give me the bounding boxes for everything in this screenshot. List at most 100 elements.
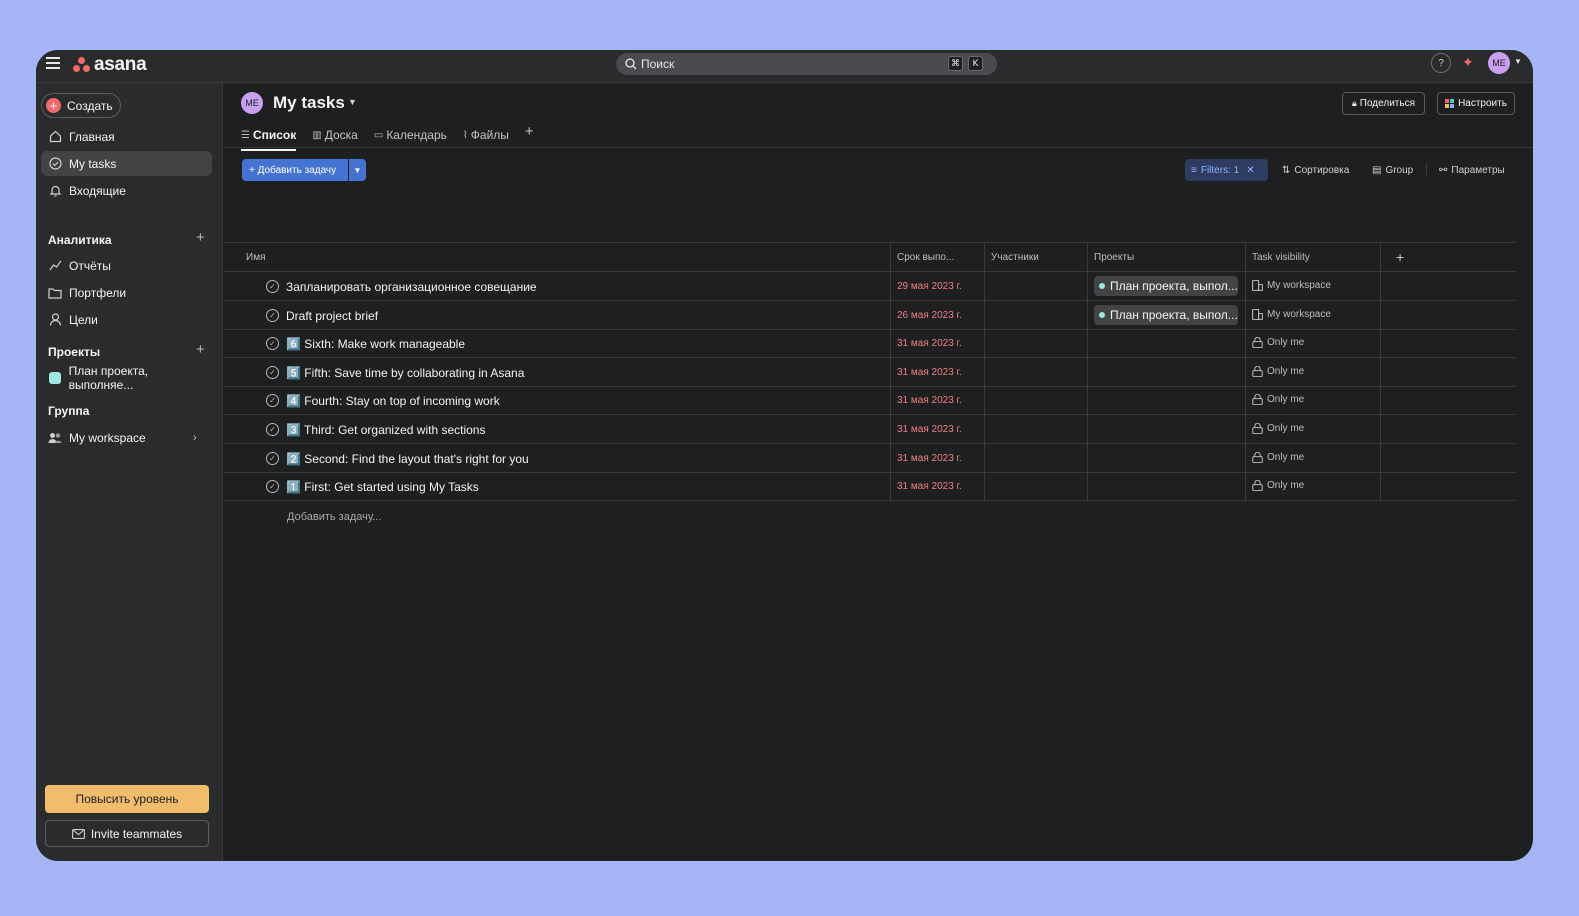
customize-button[interactable]: Настроить [1437,92,1515,115]
sidebar-item-reports[interactable]: Отчёты [41,253,212,278]
chevron-down-icon[interactable]: ▼ [1514,57,1522,66]
tab-files[interactable]: ⌇ Файлы [463,125,509,145]
column-header-visibility[interactable]: Task visibility [1246,243,1310,271]
table-row[interactable]: ✓ 4️⃣ Fourth: Stay on top of incoming wor… [224,386,1515,416]
task-due-date[interactable]: 31 мая 2023 г. [897,481,962,492]
tab-list[interactable]: ☰ Список [241,125,297,151]
search-input[interactable]: Поиск ⌘ K [616,53,997,75]
table-row[interactable]: ✓ Draft project brief 26 мая 2023 г. План п… [224,301,1515,330]
ai-sparkle-icon[interactable]: ✦ [1462,54,1474,71]
task-name[interactable]: 2️⃣ Second: Find the layout that's right… [286,452,529,466]
table-row[interactable]: ✓ Запланировать организационное совещание… [224,272,1515,301]
filters-button[interactable]: ≡ Filters: 1 ✕ [1185,159,1268,181]
create-button[interactable]: + Создать [41,93,121,118]
building-icon [1252,308,1263,320]
lock-icon [1252,423,1263,434]
sidebar-item-home[interactable]: Главная [41,124,212,149]
task-name[interactable]: 6️⃣ Sixth: Make work manageable [286,337,465,351]
column-header-assignees[interactable]: Участники [985,243,1039,271]
table-row[interactable]: ✓ 2️⃣ Second: Find the layout that's righ… [224,444,1515,473]
menu-icon[interactable] [46,57,60,69]
column-header-due[interactable]: Срок выпо... [891,243,954,271]
user-avatar[interactable]: ME [1488,52,1510,74]
complete-task-icon[interactable]: ✓ [266,480,279,494]
task-project-tag[interactable]: План проекта, выпол... [1094,304,1238,325]
options-button[interactable]: ⚯ Параметры [1439,159,1505,181]
task-due-date[interactable]: 29 мая 2023 г. [897,281,962,292]
people-icon [48,432,62,444]
add-task-inline[interactable]: Добавить задачу... [287,511,381,523]
sidebar-item-portfolios[interactable]: Портфели [41,280,212,305]
sidebar-item-label: Портфели [69,285,127,300]
lock-icon: 🔒︎ [1351,98,1357,108]
add-analytics-icon[interactable]: + [196,229,205,246]
task-name[interactable]: 1️⃣ First: Get started using My Tasks [286,480,479,494]
visibility-label: My workspace [1267,308,1331,320]
task-project-tag[interactable]: План проекта, выпол... [1094,276,1238,296]
complete-task-icon[interactable]: ✓ [266,280,279,293]
chevron-right-icon[interactable]: › [193,432,197,444]
sidebar-item-goals[interactable]: Цели [41,307,212,332]
complete-task-icon[interactable]: ✓ [266,451,279,465]
add-task-button[interactable]: + Добавить задачу [242,159,348,181]
table-row[interactable]: ✓ 5️⃣ Fifth: Save time by collaborating i… [224,358,1515,387]
column-header-projects[interactable]: Проекты [1088,243,1134,271]
visibility-label: Only me [1267,480,1305,492]
bell-icon [48,184,62,197]
share-button[interactable]: 🔒︎ Поделиться [1342,92,1425,115]
complete-task-icon[interactable]: ✓ [266,365,279,379]
sort-label: Сортировка [1294,164,1350,176]
asana-logo[interactable]: asana [73,54,147,76]
chart-line-icon [48,259,62,272]
table-row[interactable]: ✓ 1️⃣ First: Get started using My Tasks 31… [224,472,1515,502]
sort-button[interactable]: ⇅ Сортировка [1282,159,1349,181]
paperclip-icon: ⌇ [462,129,468,141]
task-due-date[interactable]: 31 мая 2023 г. [897,338,962,349]
group-label: Group [1385,164,1414,176]
tab-board[interactable]: ▥ Доска [312,125,358,145]
column-header-name[interactable]: Имя [240,243,265,271]
building-icon [1252,280,1263,291]
project-tag-label: План проекта, выпол... [1110,307,1238,322]
add-tab-icon[interactable]: + [525,123,534,147]
sidebar-item-my-tasks[interactable]: My tasks [41,151,212,176]
task-due-date[interactable]: 31 мая 2023 г. [897,367,962,378]
complete-task-icon[interactable]: ✓ [266,308,279,322]
close-icon[interactable]: ✕ [1246,165,1254,176]
folder-icon [48,287,62,299]
task-name[interactable]: Draft project brief [286,309,378,323]
shortcut-k-key: K [968,56,983,71]
search-icon [625,58,637,70]
logo-text: asana [94,54,147,75]
complete-task-icon[interactable]: ✓ [266,423,279,436]
task-due-date[interactable]: 31 мая 2023 г. [897,424,962,435]
create-label: Создать [67,98,113,113]
invite-teammates-button[interactable]: Invite teammates [45,820,209,847]
lock-icon [1252,365,1263,377]
sidebar-item-inbox[interactable]: Входящие [41,178,212,203]
table-row[interactable]: ✓ 6️⃣ Sixth: Make work manageable 31 мая 2… [224,329,1515,359]
task-name[interactable]: Запланировать организационное совещание [286,280,537,294]
chevron-down-icon[interactable]: ▼ [348,97,357,107]
sidebar-item-workspace[interactable]: My workspace › [41,425,212,450]
add-project-icon[interactable]: + [196,341,205,358]
task-due-date[interactable]: 31 мая 2023 г. [897,453,962,464]
upgrade-button[interactable]: Повысить уровень [45,785,209,813]
page-avatar: ME [241,92,263,114]
task-due-date[interactable]: 26 мая 2023 г. [897,310,962,321]
task-name[interactable]: 3️⃣ Third: Get organized with sections [286,423,485,437]
group-button[interactable]: ▤ Group [1372,159,1413,181]
page-title[interactable]: My tasks [273,93,345,113]
task-due-date[interactable]: 31 мая 2023 г. [897,395,962,406]
help-button[interactable]: ? [1431,53,1451,73]
add-task-dropdown-icon[interactable]: ▼ [349,159,366,181]
sidebar-item-label: Входящие [69,183,126,198]
task-name[interactable]: 5️⃣ Fifth: Save time by collaborating in… [286,366,524,380]
tab-calendar[interactable]: ▭ Календарь [374,125,447,145]
task-name[interactable]: 4️⃣ Fourth: Stay on top of incoming work [286,394,500,408]
complete-task-icon[interactable]: ✓ [266,337,279,351]
add-column-icon[interactable]: + [1390,243,1404,271]
complete-task-icon[interactable]: ✓ [266,394,279,408]
table-row[interactable]: ✓ 3️⃣ Third: Get organized with sections 3… [224,415,1515,444]
sidebar-item-project[interactable]: План проекта, выполняе... [41,364,212,392]
